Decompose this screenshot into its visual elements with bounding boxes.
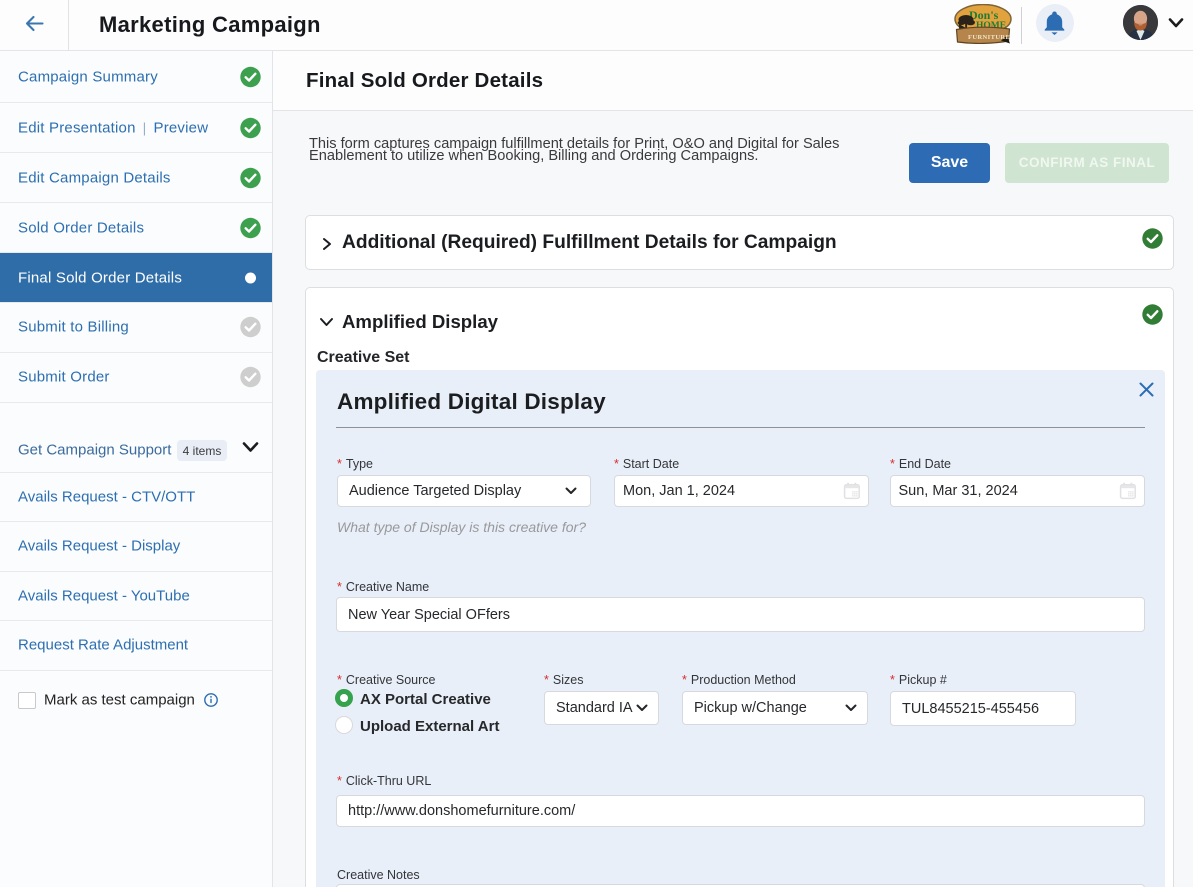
svg-text:FURNITURE: FURNITURE [968, 34, 1010, 41]
